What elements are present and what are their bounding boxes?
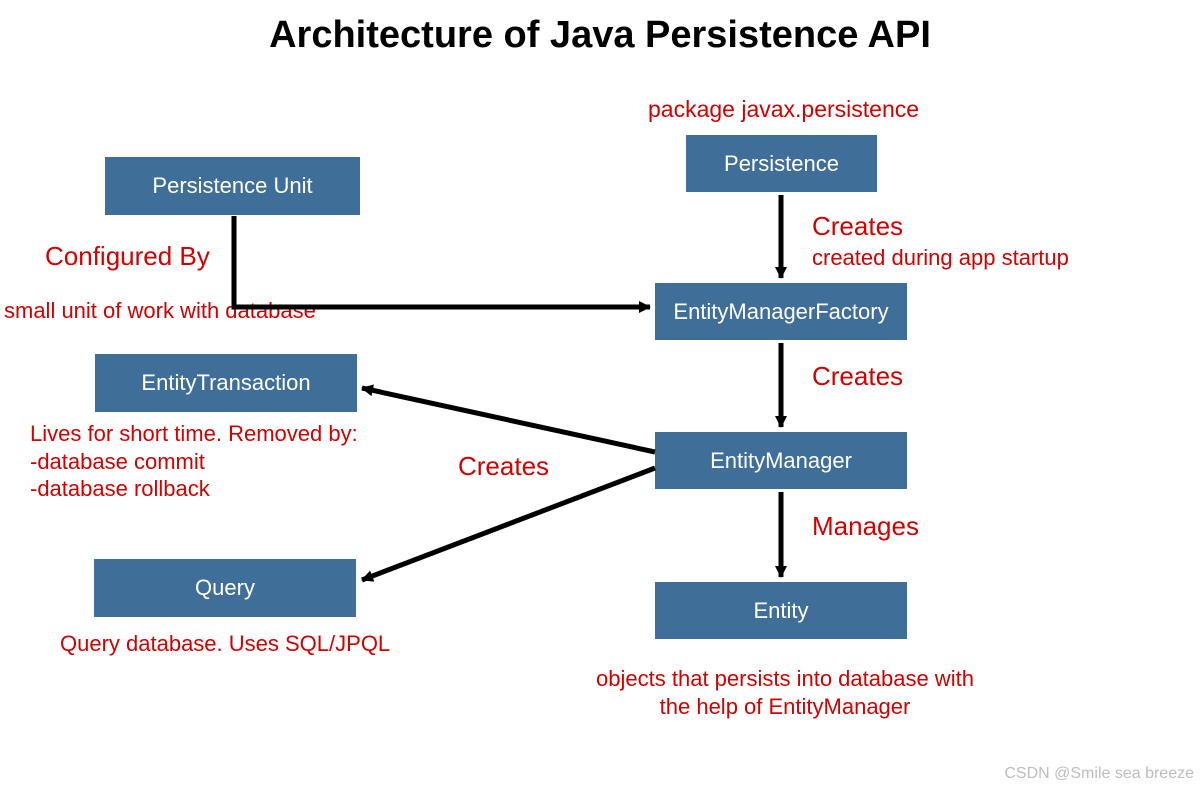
arrow-em-to-transaction: [362, 388, 655, 452]
diagram-title: Architecture of Java Persistence API: [269, 14, 931, 57]
label-creates-1: Creates: [812, 210, 903, 243]
box-entity-transaction: EntityTransaction: [95, 354, 357, 412]
box-entity-manager: EntityManager: [655, 432, 907, 489]
box-persistence-unit: Persistence Unit: [105, 157, 360, 215]
label-entity-note: objects that persists into database with…: [560, 665, 1010, 720]
box-entity-manager-factory: EntityManagerFactory: [655, 283, 907, 340]
box-entity: Entity: [655, 582, 907, 639]
label-transaction-note: Lives for short time. Removed by: -datab…: [30, 420, 358, 503]
label-manages: Manages: [812, 510, 919, 543]
box-query: Query: [94, 559, 356, 617]
entity-note-line-2: the help of EntityManager: [560, 693, 1010, 721]
label-created-startup: created during app startup: [812, 244, 1069, 272]
label-creates-3: Creates: [458, 450, 549, 483]
entity-note-line-1: objects that persists into database with: [560, 665, 1010, 693]
box-persistence: Persistence: [686, 135, 877, 192]
label-creates-2: Creates: [812, 360, 903, 393]
watermark: CSDN @Smile sea breeze: [1004, 765, 1194, 783]
note-line-3: -database rollback: [30, 475, 358, 503]
note-line-1: Lives for short time. Removed by:: [30, 420, 358, 448]
label-package: package javax.persistence: [648, 95, 919, 124]
arrow-em-to-query: [362, 468, 655, 580]
label-query-note: Query database. Uses SQL/JPQL: [60, 630, 390, 658]
arrow-pu-to-emf: [234, 216, 650, 307]
note-line-2: -database commit: [30, 448, 358, 476]
label-small-unit: small unit of work with database: [4, 297, 316, 325]
label-configured-by: Configured By: [45, 240, 210, 273]
